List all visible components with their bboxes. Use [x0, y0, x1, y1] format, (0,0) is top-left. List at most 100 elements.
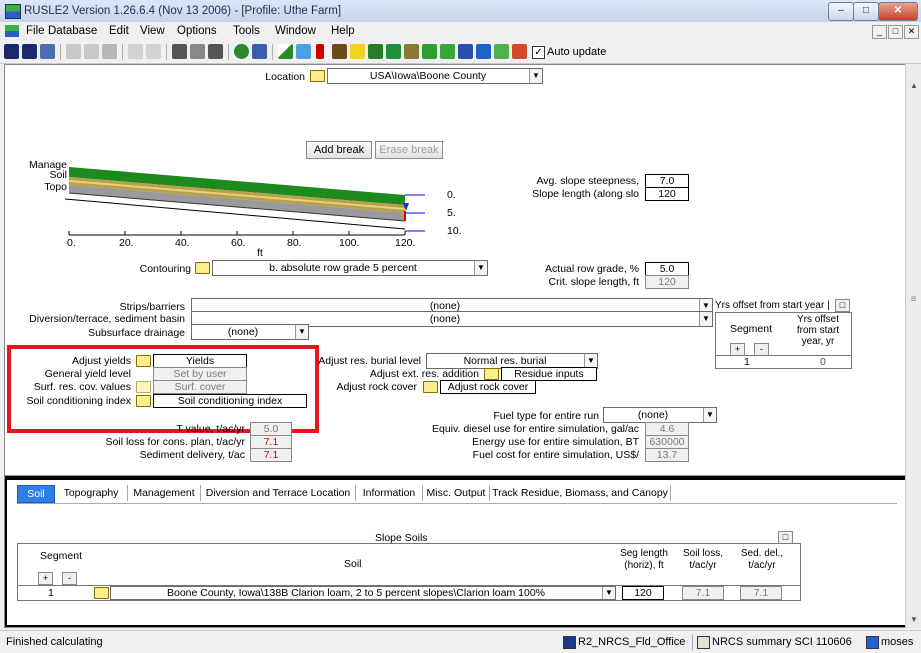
mdi-close-button[interactable]: ✕ [904, 25, 919, 39]
menu-tools[interactable]: Tools [233, 25, 260, 37]
terrace-icon[interactable] [476, 44, 491, 59]
soils-col-segment: Segment [40, 550, 83, 562]
menu-options[interactable]: Options [177, 25, 217, 37]
subsurface-drainage-select[interactable]: (none) ▼ [191, 324, 309, 340]
slope-length-label: Slope length (along slo [532, 188, 639, 200]
residue-inputs-field[interactable]: Residue inputs [501, 367, 597, 381]
soil-conditioning-folder-icon[interactable] [136, 395, 151, 407]
operation-icon[interactable] [368, 44, 383, 59]
drainage-icon[interactable] [512, 44, 527, 59]
menu-file[interactable]: File [26, 25, 45, 37]
tool-grid2-icon[interactable] [190, 44, 205, 59]
soil-conditioning-label: Soil conditioning index [26, 395, 132, 407]
paste-icon[interactable] [102, 44, 117, 59]
thermo-icon[interactable] [316, 44, 324, 59]
tab-track-residue[interactable]: Track Residue, Biomass, and Canopy [490, 485, 671, 501]
location-folder-icon[interactable] [310, 70, 325, 82]
circle-icon[interactable] [234, 44, 249, 59]
tab-management[interactable]: Management [128, 485, 201, 501]
tool-grid-icon[interactable] [172, 44, 187, 59]
yrs-row-segment: 1 [744, 356, 750, 368]
surf-cover-folder-icon[interactable] [136, 381, 151, 393]
location-select[interactable]: USA\Iowa\Boone County ▼ [327, 68, 543, 84]
strip-icon[interactable] [422, 44, 437, 59]
save-all-icon[interactable] [40, 44, 55, 59]
surf-cover-field: Surf. cover [153, 380, 247, 394]
scroll-thumb[interactable]: ≡ [908, 294, 919, 312]
soils-add-row-button[interactable]: + [38, 572, 53, 585]
status-office[interactable]: R2_NRCS_Fld_Office [578, 636, 685, 648]
menu-view[interactable]: View [140, 25, 165, 37]
office-icon [563, 636, 576, 649]
scroll-down-icon[interactable]: ▼ [907, 612, 921, 627]
contouring-select[interactable]: b. absolute row grade 5 percent ▼ [212, 260, 488, 276]
save-as-icon[interactable] [22, 44, 37, 59]
soils-row-soil-select[interactable]: Boone County, Iowa\138B Clarion loam, 2 … [110, 586, 616, 600]
yrs-offset-header: Yrs offset from start year | [715, 300, 830, 311]
status-summary[interactable]: NRCS summary SCI 110606 [712, 636, 852, 648]
maximize-button[interactable]: □ [853, 2, 879, 21]
management-icon[interactable] [350, 44, 365, 59]
scroll-up-icon[interactable]: ▲ [907, 78, 921, 93]
climate-icon[interactable] [296, 44, 311, 59]
residue-inputs-folder-icon[interactable] [484, 368, 499, 380]
energy-field: 630000 [645, 435, 689, 449]
menu-database[interactable]: Database [48, 25, 97, 37]
soils-row-folder-icon[interactable] [94, 587, 109, 599]
minimize-button[interactable]: – [828, 2, 854, 21]
yields-field[interactable]: Yields [153, 354, 247, 368]
yields-folder-icon[interactable] [136, 355, 151, 367]
burial-label: Adjust res. burial level [318, 355, 421, 367]
slope-length-field[interactable]: 120 [645, 187, 689, 201]
ext-res-label: Adjust ext. res. addition [369, 368, 479, 380]
vertical-scrollbar[interactable]: ▲ ≡ ▼ [905, 64, 921, 628]
sediment-delivery-field: 7.1 [250, 448, 292, 462]
tab-bar: Soil Topography Management Diversion and… [17, 485, 877, 503]
rock-cover-folder-icon[interactable] [423, 381, 438, 393]
tab-misc-output[interactable]: Misc. Output [423, 485, 490, 501]
tab-topography[interactable]: Topography [55, 485, 128, 501]
user-icon [866, 636, 879, 649]
menu-help[interactable]: Help [331, 25, 355, 37]
yrs-row-offset[interactable]: 0 [820, 356, 826, 368]
menu-window[interactable]: Window [275, 25, 316, 37]
contouring-folder-icon[interactable] [195, 262, 210, 274]
slope-icon[interactable] [278, 44, 293, 59]
residue-icon[interactable] [404, 44, 419, 59]
rock-cover-label: Adjust rock cover [336, 381, 417, 393]
soil-loss-label: Soil loss for cons. plan, t/ac/yr [105, 436, 245, 448]
tab-information[interactable]: Information [356, 485, 423, 501]
tab-diversion-terrace[interactable]: Diversion and Terrace Location [201, 485, 356, 501]
auto-update-checkbox[interactable]: ✓ [532, 46, 545, 59]
soil-icon[interactable] [332, 44, 347, 59]
location-label: Location [265, 71, 305, 83]
tool-grid3-icon[interactable] [208, 44, 223, 59]
table-icon[interactable] [252, 44, 267, 59]
vegetation-icon[interactable] [386, 44, 401, 59]
actual-row-grade-field[interactable]: 5.0 [645, 262, 689, 276]
barrier-icon[interactable] [440, 44, 455, 59]
undo-icon[interactable] [128, 44, 143, 59]
yrs-offset-expand-button[interactable]: □ [835, 299, 850, 312]
soil-conditioning-field[interactable]: Soil conditioning index [153, 394, 307, 408]
rock-cover-field[interactable]: Adjust rock cover [440, 380, 536, 394]
mdi-restore-button[interactable]: □ [888, 25, 903, 39]
status-user[interactable]: moses [881, 636, 913, 648]
close-button[interactable]: ✕ [878, 2, 918, 21]
menu-edit[interactable]: Edit [109, 25, 129, 37]
slope-steepness-field[interactable]: 7.0 [645, 174, 689, 188]
t-value-field: 5.0 [250, 422, 292, 436]
fuel-type-select[interactable]: (none) ▼ [603, 407, 717, 423]
soils-remove-row-button[interactable]: - [62, 572, 77, 585]
auto-update-label: Auto update [547, 46, 607, 58]
soils-row-seglen-field[interactable]: 120 [622, 586, 664, 600]
cut-icon[interactable] [66, 44, 81, 59]
basin-icon[interactable] [494, 44, 509, 59]
copy-icon[interactable] [84, 44, 99, 59]
mdi-minimize-button[interactable]: _ [872, 25, 887, 39]
tab-soil[interactable]: Soil [17, 485, 55, 503]
save-icon[interactable] [4, 44, 19, 59]
contour-icon[interactable] [458, 44, 473, 59]
redo-icon[interactable] [146, 44, 161, 59]
surf-res-label: Surf. res. cov. values [33, 381, 131, 393]
